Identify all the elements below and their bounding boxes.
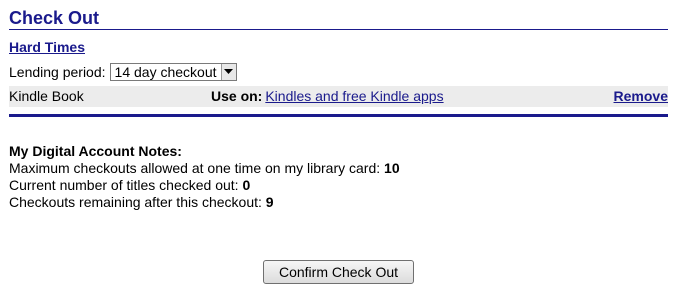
use-on-group: Use on: Kindles and free Kindle apps [211,88,444,104]
checkout-item-row: Kindle Book Use on: Kindles and free Kind… [9,86,668,107]
checkout-page: Check Out Hard Times Lending period: 14 … [0,0,681,286]
current-checkouts-line: Current number of titles checked out: 0 [9,177,400,194]
account-notes: My Digital Account Notes: Maximum checko… [9,143,400,211]
confirm-checkout-button[interactable]: Confirm Check Out [263,260,414,284]
remaining-checkouts-value: 9 [265,194,274,210]
current-checkouts-value: 0 [242,177,251,193]
remaining-checkouts-label: Checkouts remaining after this checkout: [9,194,262,210]
lending-period-value: 14 day checkout [114,64,217,80]
format-label: Kindle Book [9,88,84,104]
section-divider [9,114,668,117]
max-checkouts-value: 10 [384,160,400,176]
page-title: Check Out [9,8,100,28]
chevron-down-icon [220,64,236,80]
book-title-link[interactable]: Hard Times [9,39,85,55]
remaining-checkouts-line: Checkouts remaining after this checkout:… [9,194,400,211]
lending-period-row: Lending period: 14 day checkout [9,62,237,82]
kindle-apps-link[interactable]: Kindles and free Kindle apps [265,88,443,104]
title-divider [9,29,668,30]
max-checkouts-line: Maximum checkouts allowed at one time on… [9,160,400,177]
notes-heading: My Digital Account Notes: [9,143,182,159]
lending-period-select[interactable]: 14 day checkout [109,63,237,81]
current-checkouts-label: Current number of titles checked out: [9,177,239,193]
use-on-label: Use on: [211,88,263,104]
remove-link[interactable]: Remove [614,88,668,104]
max-checkouts-label: Maximum checkouts allowed at one time on… [9,160,381,176]
lending-period-label: Lending period: [9,64,106,80]
